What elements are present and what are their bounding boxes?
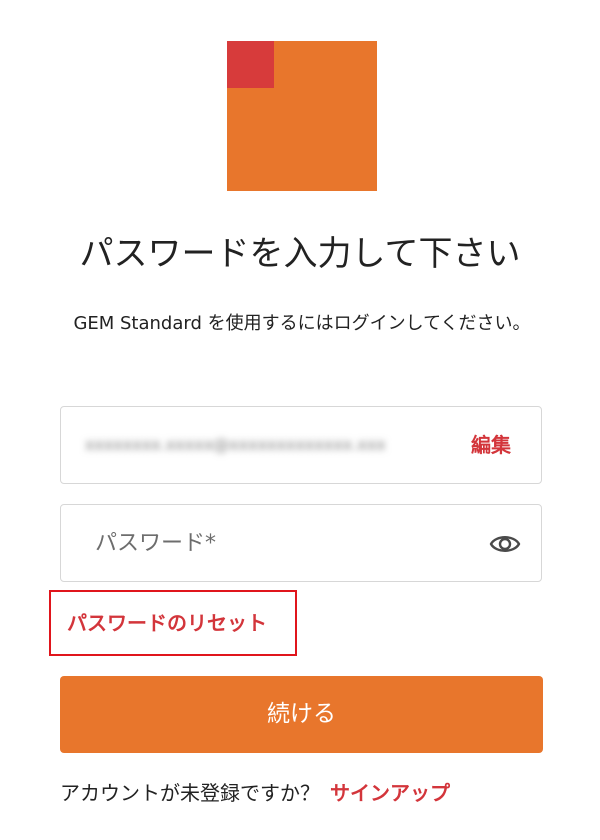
signup-row: アカウントが未登録ですか？ サインアップ	[60, 778, 450, 808]
password-field-container	[60, 504, 542, 582]
brand-logo-accent	[227, 41, 274, 88]
page-title: パスワードを入力して下さい	[79, 234, 521, 274]
edit-email-link[interactable]: 編集	[471, 431, 511, 459]
signup-question: アカウントが未登録ですか？	[60, 781, 320, 805]
brand-logo	[227, 41, 377, 191]
signup-link[interactable]: サインアップ	[330, 781, 450, 805]
email-field: xxxxxxxx.xxxxx@xxxxxxxxxxxxx.xxx 編集	[60, 406, 542, 484]
reset-link-highlight: パスワードのリセット	[49, 590, 297, 656]
eye-icon[interactable]	[489, 529, 521, 559]
reset-password-link[interactable]: パスワードのリセット	[67, 608, 267, 638]
login-instruction: GEM Standard を使用するにはログインしてください。	[73, 313, 531, 334]
continue-button[interactable]: 続ける	[60, 676, 543, 753]
email-value: xxxxxxxx.xxxxx@xxxxxxxxxxxxx.xxx	[85, 435, 386, 454]
password-input[interactable]	[95, 523, 455, 563]
